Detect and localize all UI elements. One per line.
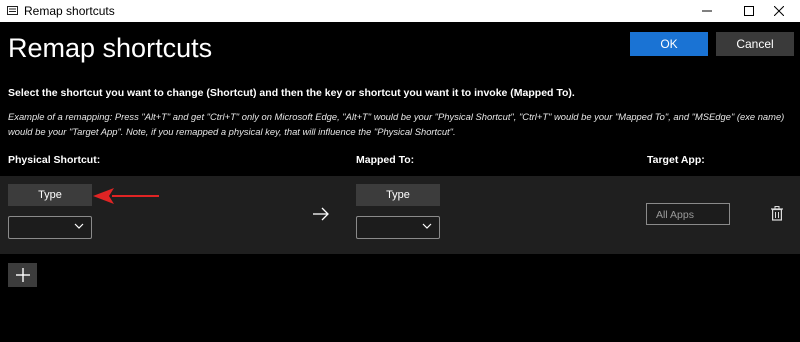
remap-shortcuts-window: Remap shortcuts Remap shortcuts OK Cance… (0, 0, 800, 342)
arrow-right-icon (313, 207, 329, 221)
mapped-key-dropdown[interactable] (356, 216, 440, 239)
chevron-down-icon (74, 223, 84, 229)
example-text: Example of a remapping: Press "Alt+T" an… (8, 111, 785, 137)
column-header-physical-shortcut: Physical Shortcut: (8, 154, 101, 166)
minimize-button[interactable] (684, 0, 730, 22)
close-icon (774, 6, 784, 16)
target-app-input[interactable]: All Apps (646, 203, 730, 225)
mapped-type-button[interactable]: Type (356, 184, 440, 206)
instruction-text: Select the shortcut you want to change (… (8, 87, 575, 99)
close-button[interactable] (756, 0, 800, 22)
minimize-icon (702, 10, 712, 12)
physical-key-dropdown[interactable] (8, 216, 92, 239)
cancel-button[interactable]: Cancel (716, 32, 794, 56)
physical-type-button[interactable]: Type (8, 184, 92, 206)
title-bar: Remap shortcuts (0, 0, 800, 22)
keyboard-icon (7, 6, 18, 15)
ok-button[interactable]: OK (630, 32, 708, 56)
annotation-arrow-icon (93, 188, 159, 204)
plus-icon (15, 268, 30, 282)
page-title: Remap shortcuts (8, 33, 213, 63)
column-header-mapped-to: Mapped To: (356, 154, 415, 166)
maximize-icon (744, 6, 754, 16)
chevron-down-icon (422, 223, 432, 229)
window-title: Remap shortcuts (24, 4, 115, 18)
trash-icon[interactable] (771, 206, 783, 221)
add-shortcut-button[interactable] (8, 263, 37, 287)
column-header-target-app: Target App: (647, 154, 705, 166)
